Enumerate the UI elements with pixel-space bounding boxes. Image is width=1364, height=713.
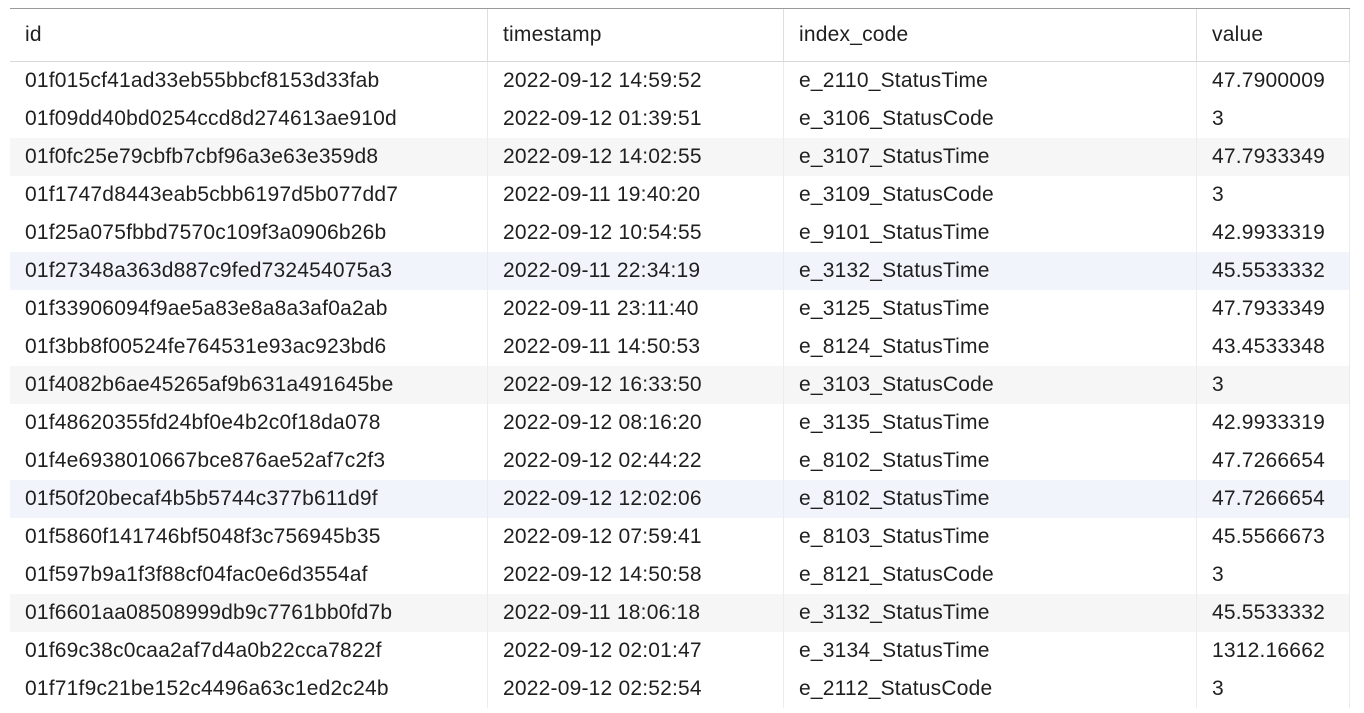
cell-id[interactable]: 01f4e6938010667bce876ae52af7c2f3 xyxy=(10,442,488,480)
table-body: 01f015cf41ad33eb55bbcf8153d33fab 2022-09-… xyxy=(10,62,1350,708)
cell-index-code[interactable]: e_8121_StatusCode xyxy=(784,556,1197,594)
table-row[interactable]: 01f09dd40bd0254ccd8d274613ae910d 2022-09-… xyxy=(10,100,1350,138)
cell-id[interactable]: 01f015cf41ad33eb55bbcf8153d33fab xyxy=(10,62,488,100)
cell-timestamp[interactable]: 2022-09-12 14:02:55 xyxy=(488,138,784,176)
cell-id[interactable]: 01f50f20becaf4b5b5744c377b611d9f xyxy=(10,480,488,518)
cell-index-code[interactable]: e_3132_StatusTime xyxy=(784,594,1197,632)
cell-timestamp[interactable]: 2022-09-11 19:40:20 xyxy=(488,176,784,214)
cell-timestamp[interactable]: 2022-09-12 02:52:54 xyxy=(488,670,784,708)
cell-id[interactable]: 01f0fc25e79cbfb7cbf96a3e63e359d8 xyxy=(10,138,488,176)
table-row[interactable]: 01f1747d8443eab5cbb6197d5b077dd7 2022-09-… xyxy=(10,176,1350,214)
cell-id[interactable]: 01f3bb8f00524fe764531e93ac923bd6 xyxy=(10,328,488,366)
cell-timestamp[interactable]: 2022-09-11 14:50:53 xyxy=(488,328,784,366)
cell-index-code[interactable]: e_3125_StatusTime xyxy=(784,290,1197,328)
cell-timestamp[interactable]: 2022-09-11 22:34:19 xyxy=(488,252,784,290)
cell-value[interactable]: 45.5533332 xyxy=(1197,594,1350,632)
cell-value[interactable]: 3 xyxy=(1197,100,1350,138)
cell-timestamp[interactable]: 2022-09-12 02:01:47 xyxy=(488,632,784,670)
cell-timestamp[interactable]: 2022-09-11 18:06:18 xyxy=(488,594,784,632)
cell-timestamp[interactable]: 2022-09-12 01:39:51 xyxy=(488,100,784,138)
table-row[interactable]: 01f6601aa08508999db9c7761bb0fd7b 2022-09-… xyxy=(10,594,1350,632)
cell-id[interactable]: 01f69c38c0caa2af7d4a0b22cca7822f xyxy=(10,632,488,670)
cell-value[interactable]: 45.5533332 xyxy=(1197,252,1350,290)
cell-value[interactable]: 47.7900009 xyxy=(1197,62,1350,100)
cell-id[interactable]: 01f33906094f9ae5a83e8a8a3af0a2ab xyxy=(10,290,488,328)
cell-timestamp[interactable]: 2022-09-12 07:59:41 xyxy=(488,518,784,556)
cell-timestamp[interactable]: 2022-09-12 02:44:22 xyxy=(488,442,784,480)
cell-index-code[interactable]: e_3135_StatusTime xyxy=(784,404,1197,442)
table-row[interactable]: 01f69c38c0caa2af7d4a0b22cca7822f 2022-09-… xyxy=(10,632,1350,670)
cell-value[interactable]: 42.9933319 xyxy=(1197,214,1350,252)
column-header-index-code[interactable]: index_code xyxy=(784,9,1197,61)
table-row[interactable]: 01f50f20becaf4b5b5744c377b611d9f 2022-09-… xyxy=(10,480,1350,518)
cell-id[interactable]: 01f597b9a1f3f88cf04fac0e6d3554af xyxy=(10,556,488,594)
cell-timestamp[interactable]: 2022-09-12 14:50:58 xyxy=(488,556,784,594)
cell-id[interactable]: 01f27348a363d887c9fed732454075a3 xyxy=(10,252,488,290)
cell-value[interactable]: 3 xyxy=(1197,366,1350,404)
cell-timestamp[interactable]: 2022-09-11 23:11:40 xyxy=(488,290,784,328)
cell-index-code[interactable]: e_8102_StatusTime xyxy=(784,480,1197,518)
table-row[interactable]: 01f015cf41ad33eb55bbcf8153d33fab 2022-09-… xyxy=(10,62,1350,100)
cell-index-code[interactable]: e_3134_StatusTime xyxy=(784,632,1197,670)
cell-id[interactable]: 01f09dd40bd0254ccd8d274613ae910d xyxy=(10,100,488,138)
table-row[interactable]: 01f48620355fd24bf0e4b2c0f18da078 2022-09-… xyxy=(10,404,1350,442)
cell-index-code[interactable]: e_2110_StatusTime xyxy=(784,62,1197,100)
cell-timestamp[interactable]: 2022-09-12 10:54:55 xyxy=(488,214,784,252)
cell-value[interactable]: 47.7266654 xyxy=(1197,442,1350,480)
cell-id[interactable]: 01f25a075fbbd7570c109f3a0906b26b xyxy=(10,214,488,252)
cell-value[interactable]: 47.7933349 xyxy=(1197,138,1350,176)
column-header-id[interactable]: id xyxy=(10,9,488,61)
table-row[interactable]: 01f5860f141746bf5048f3c756945b35 2022-09-… xyxy=(10,518,1350,556)
cell-id[interactable]: 01f5860f141746bf5048f3c756945b35 xyxy=(10,518,488,556)
cell-value[interactable]: 3 xyxy=(1197,670,1350,708)
table-row[interactable]: 01f0fc25e79cbfb7cbf96a3e63e359d8 2022-09-… xyxy=(10,138,1350,176)
cell-value[interactable]: 3 xyxy=(1197,556,1350,594)
cell-index-code[interactable]: e_3109_StatusCode xyxy=(784,176,1197,214)
cell-index-code[interactable]: e_8102_StatusTime xyxy=(784,442,1197,480)
cell-timestamp[interactable]: 2022-09-12 08:16:20 xyxy=(488,404,784,442)
table-row[interactable]: 01f597b9a1f3f88cf04fac0e6d3554af 2022-09-… xyxy=(10,556,1350,594)
cell-value[interactable]: 47.7933349 xyxy=(1197,290,1350,328)
cell-index-code[interactable]: e_3107_StatusTime xyxy=(784,138,1197,176)
column-header-timestamp[interactable]: timestamp xyxy=(488,9,784,61)
cell-value[interactable]: 42.9933319 xyxy=(1197,404,1350,442)
cell-id[interactable]: 01f4082b6ae45265af9b631a491645be xyxy=(10,366,488,404)
table-row[interactable]: 01f27348a363d887c9fed732454075a3 2022-09-… xyxy=(10,252,1350,290)
cell-id[interactable]: 01f1747d8443eab5cbb6197d5b077dd7 xyxy=(10,176,488,214)
table-row[interactable]: 01f4e6938010667bce876ae52af7c2f3 2022-09-… xyxy=(10,442,1350,480)
cell-value[interactable]: 47.7266654 xyxy=(1197,480,1350,518)
cell-timestamp[interactable]: 2022-09-12 12:02:06 xyxy=(488,480,784,518)
cell-value[interactable]: 3 xyxy=(1197,176,1350,214)
cell-index-code[interactable]: e_2112_StatusCode xyxy=(784,670,1197,708)
cell-index-code[interactable]: e_3103_StatusCode xyxy=(784,366,1197,404)
table-row[interactable]: 01f25a075fbbd7570c109f3a0906b26b 2022-09-… xyxy=(10,214,1350,252)
cell-value[interactable]: 45.5566673 xyxy=(1197,518,1350,556)
table-row[interactable]: 01f71f9c21be152c4496a63c1ed2c24b 2022-09-… xyxy=(10,670,1350,708)
cell-index-code[interactable]: e_8124_StatusTime xyxy=(784,328,1197,366)
table-row[interactable]: 01f33906094f9ae5a83e8a8a3af0a2ab 2022-09-… xyxy=(10,290,1350,328)
cell-value[interactable]: 1312.16662 xyxy=(1197,632,1350,670)
data-table: id timestamp index_code value 01f015cf41… xyxy=(10,8,1350,713)
cell-index-code[interactable]: e_3106_StatusCode xyxy=(784,100,1197,138)
cell-index-code[interactable]: e_8103_StatusTime xyxy=(784,518,1197,556)
cell-id[interactable]: 01f71f9c21be152c4496a63c1ed2c24b xyxy=(10,670,488,708)
cell-index-code[interactable]: e_3132_StatusTime xyxy=(784,252,1197,290)
table-header: id timestamp index_code value xyxy=(10,9,1350,62)
column-header-value[interactable]: value xyxy=(1197,9,1350,61)
cell-timestamp[interactable]: 2022-09-12 16:33:50 xyxy=(488,366,784,404)
table-row[interactable]: 01f4082b6ae45265af9b631a491645be 2022-09-… xyxy=(10,366,1350,404)
cell-index-code[interactable]: e_9101_StatusTime xyxy=(784,214,1197,252)
cell-id[interactable]: 01f48620355fd24bf0e4b2c0f18da078 xyxy=(10,404,488,442)
table-row[interactable]: 01f3bb8f00524fe764531e93ac923bd6 2022-09-… xyxy=(10,328,1350,366)
cell-id[interactable]: 01f6601aa08508999db9c7761bb0fd7b xyxy=(10,594,488,632)
cell-timestamp[interactable]: 2022-09-12 14:59:52 xyxy=(488,62,784,100)
cell-value[interactable]: 43.4533348 xyxy=(1197,328,1350,366)
